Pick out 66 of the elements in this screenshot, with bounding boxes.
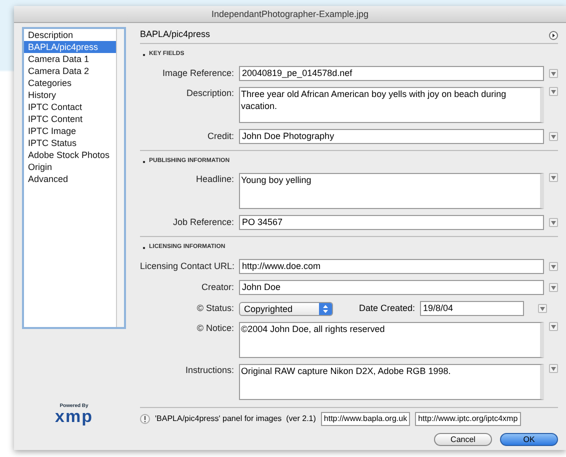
category-item[interactable]: Categories [24, 77, 116, 89]
text-area[interactable]: ©2004 John Doe, all rights reserved [239, 322, 544, 358]
ok-button[interactable]: OK [500, 433, 558, 446]
field-label: Credit: [206, 130, 234, 143]
field-menu-button[interactable] [549, 69, 558, 78]
category-item[interactable]: Adobe Stock Photos [24, 149, 116, 161]
field-menu-button[interactable] [549, 87, 558, 96]
text-area[interactable]: Original RAW capture Nikon D2X, Adobe RGB 1998. [239, 364, 544, 400]
category-item[interactable]: Origin [24, 161, 116, 173]
field-label: Description: [185, 87, 234, 100]
status-dropdown[interactable]: Copyrighted [239, 302, 333, 316]
category-item[interactable]: Description [24, 29, 116, 41]
field-label: Creator: [200, 280, 234, 294]
triangle-icon [551, 264, 556, 268]
panel-menu-icon[interactable] [549, 30, 558, 40]
field-menu-button[interactable] [549, 262, 558, 271]
window-title: IndependantPhotographer-Example.jpg [14, 6, 566, 23]
field-label: Image Reference: [161, 66, 234, 80]
category-item[interactable]: IPTC Contact [24, 101, 116, 113]
field-menu-button[interactable] [549, 283, 558, 292]
text-area[interactable]: Young boy yelling [239, 173, 544, 209]
field-menu-button[interactable] [538, 304, 547, 313]
url-field[interactable]: http://www.iptc.org/iptc4xmp [415, 412, 521, 426]
text-field[interactable]: John Doe Photography [239, 129, 544, 144]
text-area[interactable]: Three year old African American boy yells with joy on beach during vacation. [239, 87, 544, 123]
category-item[interactable]: Camera Data 2 [24, 65, 116, 77]
triangle-icon [540, 306, 545, 310]
category-item[interactable]: IPTC Image [24, 125, 116, 137]
triangle-icon [551, 134, 556, 138]
xmp-logo: xmp [55, 409, 93, 424]
triangle-icon [551, 286, 556, 290]
category-item[interactable]: History [24, 89, 116, 101]
text-field[interactable]: 20040819_pe_014578d.nef [239, 66, 544, 81]
triangle-icon [551, 72, 556, 76]
field-menu-button[interactable] [549, 364, 558, 373]
triangle-icon [551, 90, 556, 94]
triangle-icon [551, 324, 556, 328]
category-item[interactable]: IPTC Content [24, 113, 116, 125]
field-label: Date Created: [359, 302, 416, 315]
field-label: Licensing Contact URL: [140, 260, 234, 273]
panel-title: BAPLA/pic4press [140, 28, 210, 42]
triangle-icon [551, 220, 556, 224]
field-label: © Status: [196, 302, 234, 315]
text-field[interactable]: http://www.doe.com [239, 259, 544, 274]
url-field[interactable]: http://www.bapla.org.uk [320, 412, 410, 426]
triangle-icon [551, 366, 556, 370]
field-menu-button[interactable] [549, 218, 558, 227]
field-label: © Notice: [196, 322, 234, 335]
field-menu-button[interactable] [549, 132, 558, 141]
cancel-button[interactable]: Cancel [434, 433, 492, 446]
dropdown-arrows-icon [319, 302, 332, 314]
date-field[interactable]: 19/8/04 [420, 301, 524, 316]
category-item[interactable]: Camera Data 1 [24, 53, 116, 65]
field-label: Instructions: [184, 364, 234, 377]
field-label: Headline: [194, 173, 234, 186]
text-field[interactable]: John Doe [239, 280, 544, 295]
category-item[interactable]: Advanced [24, 173, 116, 185]
triangle-icon [551, 176, 556, 180]
category-item[interactable]: IPTC Status [24, 137, 116, 149]
field-menu-button[interactable] [549, 173, 558, 182]
info-icon [140, 414, 150, 424]
category-item[interactable]: BAPLA/pic4press [24, 41, 116, 53]
text-field[interactable]: PO 34567 [239, 215, 544, 230]
field-menu-button[interactable] [549, 322, 558, 331]
field-label: Job Reference: [172, 216, 234, 229]
panel-info-text: 'BAPLA/pic4press' panel for images (ver 2.1) [155, 413, 316, 425]
